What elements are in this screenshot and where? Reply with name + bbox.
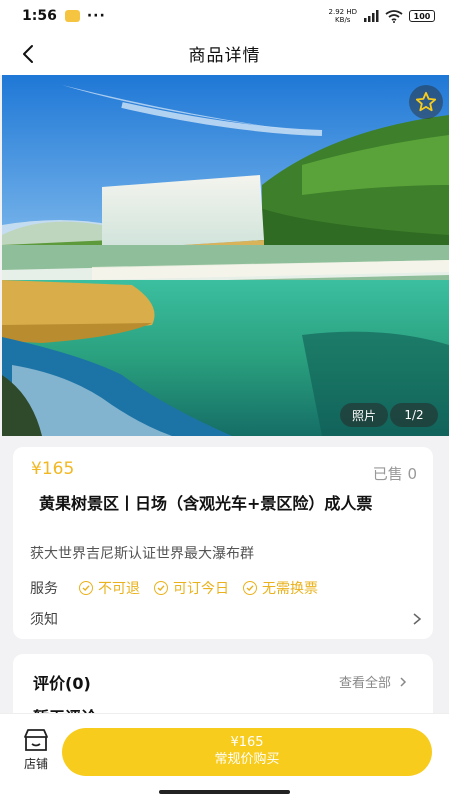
product-title: 黄果树景区丨日场（含观光车+景区险）成人票 (39, 494, 373, 513)
sold-count: 已售 0 (372, 465, 417, 483)
notice-label: 须知 (30, 612, 58, 628)
store-label: 店铺 (23, 757, 48, 771)
notice-row[interactable]: 须知 (30, 607, 422, 631)
page-title: 商品详情 (188, 46, 261, 66)
waterfall-photo (2, 75, 449, 436)
service-list: 不可退 可订今日 无需换票 (79, 578, 318, 598)
nav-bar: 商品详情 (0, 32, 449, 75)
product-subtitle: 获大世界吉尼斯认证世界最大瀑布群 (30, 546, 254, 562)
network-speed: 2.92 HD KB/s (329, 8, 357, 24)
photo-tab[interactable]: 照片 (340, 403, 388, 427)
notification-app-icon (64, 10, 80, 22)
buy-button[interactable]: ¥165 常规价购买 (62, 728, 432, 776)
check-circle-icon (154, 581, 168, 595)
buy-button-price: ¥165 (230, 735, 264, 750)
service-item: 不可退 (79, 578, 140, 598)
service-item-label: 不可退 (98, 581, 140, 597)
product-price: ¥165 (31, 459, 75, 479)
store-button[interactable]: 店铺 (14, 728, 58, 778)
store-icon (24, 729, 48, 751)
wifi-icon (385, 9, 403, 23)
review-title: 评价(0) (33, 674, 91, 693)
bottom-action-bar: 店铺 ¥165 常规价购买 (0, 713, 449, 800)
chevron-right-icon (413, 613, 422, 625)
product-image-carousel[interactable]: 照片 1/2 (2, 75, 449, 436)
more-notifications-icon: ··· (86, 8, 106, 24)
network-speed-unit: KB/s (335, 16, 351, 24)
network-type: HD (346, 8, 357, 16)
service-item: 无需换票 (243, 578, 318, 598)
network-speed-value: 2.92 (328, 8, 345, 16)
chevron-right-icon (400, 676, 407, 687)
image-counter: 1/2 (390, 403, 438, 427)
check-circle-icon (243, 581, 257, 595)
status-time: 1:56 (22, 8, 57, 24)
check-circle-icon (79, 581, 93, 595)
status-bar: 1:56 ··· 2.92 HD KB/s 100 (0, 0, 449, 32)
service-item: 可订今日 (154, 578, 229, 598)
status-right: 2.92 HD KB/s 100 (329, 8, 435, 24)
service-item-label: 可订今日 (173, 581, 229, 597)
home-indicator (159, 790, 290, 794)
back-arrow-icon (23, 45, 33, 63)
star-icon (415, 91, 437, 112)
favorite-button[interactable] (409, 85, 443, 119)
view-all-reviews-link[interactable]: 查看全部 (339, 672, 407, 691)
signal-icon (364, 10, 379, 22)
product-info-card: ¥165 已售 0 黄果树景区丨日场（含观光车+景区险）成人票 获大世界吉尼斯认… (13, 447, 433, 639)
view-all-label: 查看全部 (338, 676, 391, 691)
buy-button-label: 常规价购买 (214, 752, 280, 767)
back-button[interactable] (14, 40, 42, 68)
service-label: 服务 (30, 581, 58, 597)
battery-indicator: 100 (409, 10, 435, 22)
service-item-label: 无需换票 (262, 581, 318, 597)
